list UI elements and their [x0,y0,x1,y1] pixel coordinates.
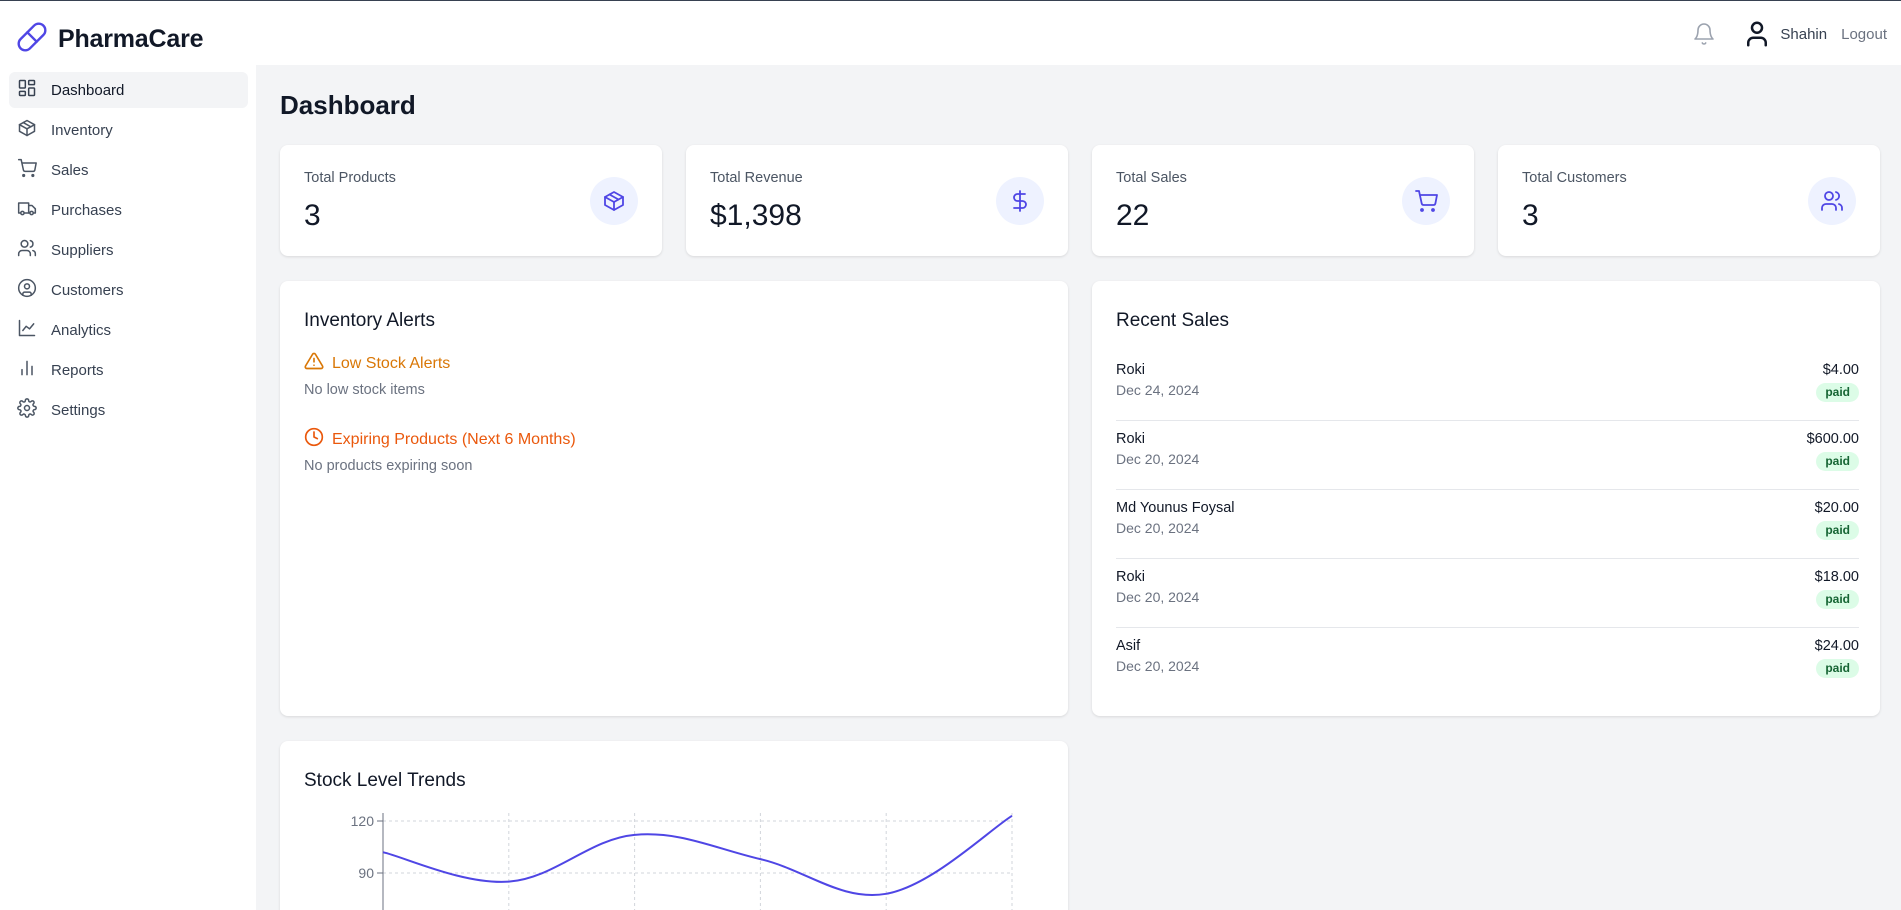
expiring-products-heading: Expiring Products (Next 6 Months) [304,427,576,452]
sidebar-item-label: Settings [51,401,106,419]
sidebar-item-label: Suppliers [51,241,114,259]
sidebar-item-customers[interactable]: Customers [9,272,248,308]
stat-card-total-revenue: Total Revenue $1,398 [686,145,1068,256]
card-title: Recent Sales [1116,310,1230,331]
sidebar-item-suppliers[interactable]: Suppliers [9,232,248,268]
sidebar-item-label: Analytics [51,321,112,339]
line-chart-icon [17,318,37,343]
package-icon [17,118,37,143]
sidebar-item-purchases[interactable]: Purchases [9,192,248,228]
sale-date: Dec 20, 2024 [1116,451,1200,467]
stat-label: Total Revenue [710,170,803,186]
sidebar-item-label: Inventory [51,121,113,139]
users-icon [17,238,37,263]
dashboard-icon [17,78,37,103]
page-title: Dashboard [280,90,416,120]
expiring-title: Expiring Products (Next 6 Months) [332,430,576,448]
sidebar-item-analytics[interactable]: Analytics [9,312,248,348]
y-tick-label: 90 [358,865,374,881]
sale-amount: $4.00 [1822,362,1859,378]
stock-level-trends-card: Stock Level Trends 120 90 [280,741,1068,910]
sale-customer: Roki [1116,569,1146,585]
sidebar-item-label: Dashboard [51,81,125,99]
y-tick-label: 120 [351,813,375,829]
header-actions: Shahin Logout [1692,18,1901,50]
cart-icon [1402,177,1450,225]
sale-row[interactable]: Roki Dec 24, 2024 $4.00 paid [1116,352,1859,421]
stat-value: 22 [1116,199,1150,232]
sidebar-item-dashboard[interactable]: Dashboard [9,72,248,108]
sale-date: Dec 24, 2024 [1116,382,1200,398]
sidebar-item-label: Reports [51,361,104,379]
sale-row[interactable]: Roki Dec 20, 2024 $18.00 paid [1116,559,1859,628]
sale-customer: Asif [1116,638,1141,654]
stat-label: Total Products [304,170,396,186]
cart-icon [17,158,37,183]
sale-date: Dec 20, 2024 [1116,658,1200,674]
low-stock-title: Low Stock Alerts [332,354,451,372]
inventory-alerts-card: Inventory Alerts Low Stock Alerts No low… [280,281,1068,716]
stat-label: Total Customers [1522,170,1627,186]
sidebar: Dashboard Inventory Sales Purchases Supp… [0,65,256,910]
package-icon [590,177,638,225]
stat-value: $1,398 [710,199,802,232]
logout-button[interactable]: Logout [1841,26,1887,43]
truck-icon [17,198,37,223]
user-circle-icon [17,278,37,303]
sale-amount: $18.00 [1814,569,1859,585]
sidebar-item-settings[interactable]: Settings [9,392,248,428]
top-bar: PharmaCare Shahin Logout [0,0,1901,65]
stat-card-total-products: Total Products 3 [280,145,662,256]
sale-date: Dec 20, 2024 [1116,589,1200,605]
card-title: Inventory Alerts [304,310,435,331]
sidebar-item-reports[interactable]: Reports [9,352,248,388]
recent-sales-card: Recent Sales Roki Dec 24, 2024 $4.00 pai… [1092,281,1880,716]
sale-amount: $600.00 [1806,431,1859,447]
bar-chart-icon [17,358,37,383]
sidebar-item-inventory[interactable]: Inventory [9,112,248,148]
low-stock-empty-text: No low stock items [304,382,425,398]
expiring-empty-text: No products expiring soon [304,458,473,474]
dollar-icon [996,177,1044,225]
stat-card-total-sales: Total Sales 22 [1092,145,1474,256]
stat-label: Total Sales [1116,170,1187,186]
sidebar-item-sales[interactable]: Sales [9,152,248,188]
status-badge: paid [1816,521,1859,540]
sale-customer: Roki [1116,431,1146,447]
stat-card-total-customers: Total Customers 3 [1498,145,1880,256]
bell-icon[interactable] [1692,22,1716,46]
sale-row[interactable]: Asif Dec 20, 2024 $24.00 paid [1116,628,1859,697]
stat-value: 3 [1522,199,1539,232]
gear-icon [17,397,37,423]
status-badge: paid [1816,659,1859,678]
low-stock-alerts-heading: Low Stock Alerts [304,351,450,376]
sale-customer: Roki [1116,362,1146,378]
clock-icon [304,427,324,452]
sale-amount: $20.00 [1814,500,1859,516]
warning-icon [304,351,324,376]
user-icon[interactable] [1742,19,1772,49]
status-badge: paid [1816,590,1859,609]
users-icon [1808,177,1856,225]
sale-amount: $24.00 [1814,638,1859,654]
sidebar-item-label: Customers [51,281,124,299]
app-name: PharmaCare [58,25,204,53]
sidebar-item-label: Purchases [51,201,122,219]
sale-date: Dec 20, 2024 [1116,520,1200,536]
stock-trend-chart: 120 90 [351,813,1013,910]
status-badge: paid [1816,452,1859,471]
sale-customer: Md Younus Foysal [1116,500,1235,516]
brand[interactable]: PharmaCare [16,21,204,58]
sidebar-item-label: Sales [51,161,89,179]
sale-row[interactable]: Roki Dec 20, 2024 $600.00 paid [1116,421,1859,490]
status-badge: paid [1816,383,1859,402]
user-name: Shahin [1780,25,1828,43]
sale-row[interactable]: Md Younus Foysal Dec 20, 2024 $20.00 pai… [1116,490,1859,559]
series-line [382,814,1013,896]
pill-icon [16,21,48,58]
stat-value: 3 [304,199,321,232]
